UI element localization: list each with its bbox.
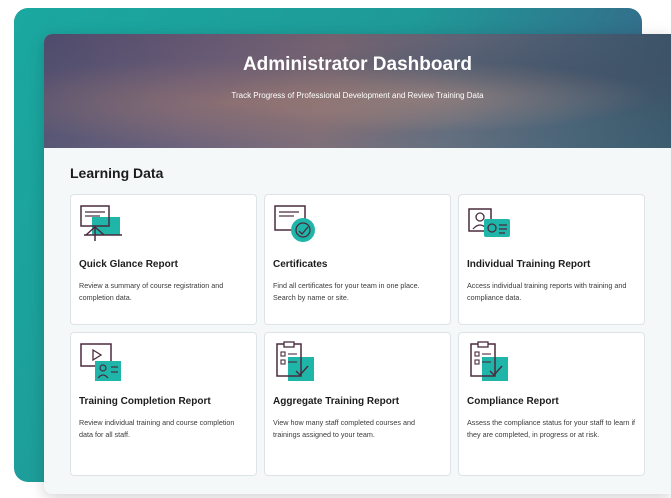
card-title: Compliance Report: [467, 396, 559, 407]
card-title: Aggregate Training Report: [273, 396, 400, 407]
report-grid: Quick Glance Report Review a summary of …: [70, 194, 645, 476]
card-title: Certificates: [273, 259, 328, 270]
card-title: Individual Training Report: [467, 259, 591, 270]
certificate-icon: [274, 205, 315, 242]
card-description: Review a summary of course registration …: [79, 281, 224, 302]
card-title: Training Completion Report: [79, 396, 211, 407]
card-description: Access individual training reports with …: [467, 281, 627, 302]
quick-glance-report-card[interactable]: Quick Glance Report Review a summary of …: [70, 194, 257, 325]
aggregate-training-report-card[interactable]: Aggregate Training Report View how many …: [264, 332, 451, 476]
checklist-icon: [276, 341, 314, 381]
card-description: Find all certificates for your team in o…: [273, 281, 420, 302]
presentation-board-icon: [80, 205, 122, 241]
hero-banner: Administrator Dashboard Track Progress o…: [44, 34, 671, 148]
clipboard-check-icon: [470, 341, 508, 381]
section-title: Learning Data: [70, 165, 164, 181]
card-title: Quick Glance Report: [79, 259, 178, 270]
card-description: Review individual training and course co…: [79, 418, 235, 439]
video-player-icon: [80, 343, 121, 381]
dashboard-panel: Administrator Dashboard Track Progress o…: [44, 34, 671, 494]
card-description: View how many staff completed courses an…: [273, 418, 415, 439]
id-card-icon: [468, 208, 510, 237]
page-title: Administrator Dashboard: [242, 54, 473, 75]
training-completion-report-card[interactable]: Training Completion Report Review indivi…: [70, 332, 257, 476]
individual-training-report-card[interactable]: Individual Training Report Access indivi…: [458, 194, 645, 325]
certificates-card[interactable]: Certificates Find all certificates for y…: [264, 194, 451, 325]
page-subtitle: Track Progress of Professional Developme…: [231, 91, 484, 100]
card-description: Assess the compliance status for your st…: [467, 418, 636, 439]
compliance-report-card[interactable]: Compliance Report Assess the compliance …: [458, 332, 645, 476]
